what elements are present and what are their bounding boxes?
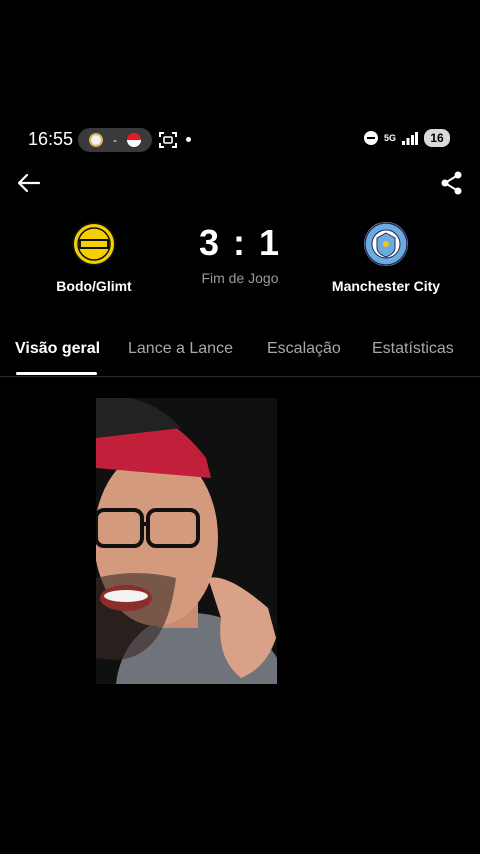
home-team-name: Bodo/Glimt <box>56 278 132 294</box>
tab-statistics[interactable]: Estatísticas <box>372 340 454 358</box>
tab-play-by-play[interactable]: Lance a Lance <box>128 340 233 358</box>
match-score: 3 : 1 <box>198 222 282 263</box>
match-tabs: Visão geral Lance a Lance Escalação Esta… <box>0 334 480 377</box>
video-overlay[interactable] <box>96 398 277 684</box>
tab-lineup[interactable]: Escalação <box>267 340 341 358</box>
network-type-label: 5G <box>383 132 396 143</box>
match-pill-separator: - <box>113 133 117 147</box>
arrow-left-icon[interactable] <box>16 170 42 196</box>
person-video-image <box>96 398 277 684</box>
away-team[interactable]: Manchester City <box>311 220 461 294</box>
status-time: 16:55 <box>28 129 74 149</box>
notification-dot-icon <box>186 137 191 142</box>
top-navigation <box>0 168 480 200</box>
network-type-icon: 5G <box>383 132 396 143</box>
monaco-crest-icon <box>127 133 141 147</box>
active-tab-indicator <box>16 372 97 375</box>
live-match-pill[interactable]: - <box>78 128 152 152</box>
screenshot-icon <box>159 132 177 148</box>
bodo-glimt-crest-icon <box>70 220 118 268</box>
match-status: Fim de Jogo <box>201 270 279 286</box>
away-team-name: Manchester City <box>331 278 441 294</box>
signal-strength-icon <box>402 131 418 145</box>
real-madrid-crest-icon <box>89 133 103 147</box>
battery-indicator: 16 <box>424 129 450 147</box>
do-not-disturb-icon <box>363 131 378 145</box>
tab-overview[interactable]: Visão geral <box>15 340 100 358</box>
share-icon[interactable] <box>440 170 464 196</box>
home-team[interactable]: Bodo/Glimt <box>19 220 169 294</box>
manchester-city-crest-icon <box>362 220 410 268</box>
status-bar: 16:55 - 5G 16 <box>0 124 480 156</box>
